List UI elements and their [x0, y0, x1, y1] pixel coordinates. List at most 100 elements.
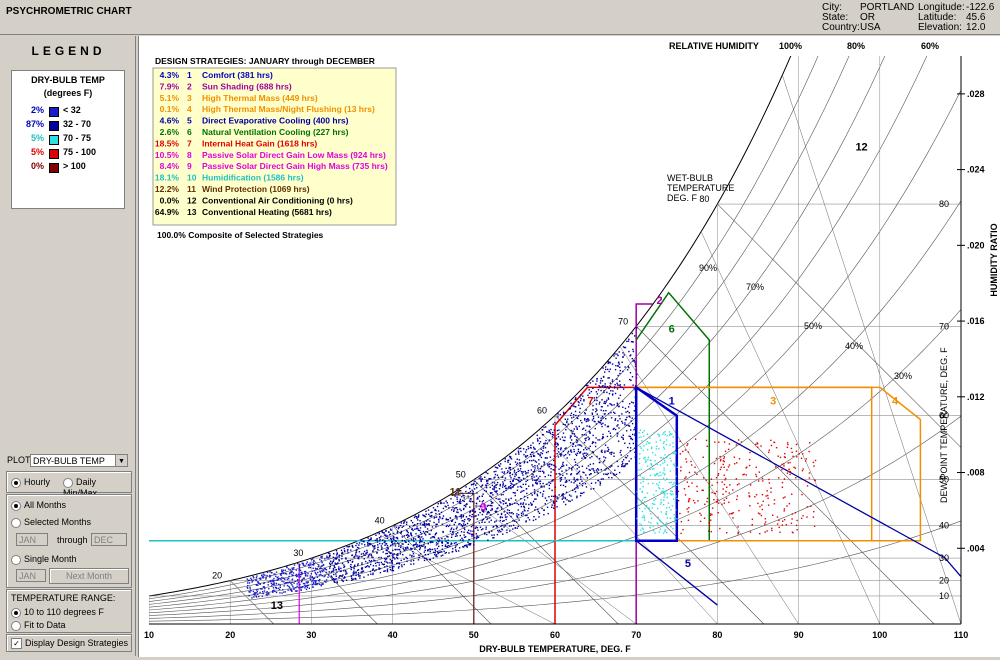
- data-point: [717, 502, 720, 504]
- data-point: [530, 504, 533, 506]
- data-point: [502, 500, 504, 502]
- strategy-number: 7: [187, 138, 192, 148]
- data-point: [279, 584, 281, 586]
- data-point: [425, 510, 427, 513]
- selected-months-radio[interactable]: Selected Months: [11, 517, 91, 528]
- data-point: [455, 507, 458, 509]
- data-point: [463, 521, 465, 523]
- data-point: [277, 576, 279, 578]
- legend-swatch: [49, 149, 59, 159]
- data-point: [361, 562, 363, 564]
- data-point: [473, 516, 475, 518]
- all-months-radio[interactable]: All Months: [11, 500, 66, 511]
- data-point: [481, 495, 483, 497]
- data-point: [606, 368, 609, 371]
- single-month-radio[interactable]: Single Month: [11, 554, 77, 565]
- data-point: [572, 466, 574, 468]
- single-month-select[interactable]: JAN: [16, 569, 46, 582]
- data-point: [493, 486, 495, 488]
- data-point: [649, 442, 651, 444]
- data-point: [400, 546, 402, 549]
- data-point: [445, 551, 448, 554]
- data-point: [366, 562, 369, 564]
- from-month-select[interactable]: JAN: [16, 533, 48, 546]
- display-strategies-checkbox[interactable]: ✓ Display Design Strategies: [11, 638, 128, 650]
- data-point: [325, 579, 328, 581]
- data-point: [634, 365, 637, 368]
- to-month-select[interactable]: DEC: [91, 533, 127, 546]
- data-point: [362, 570, 365, 572]
- data-point: [269, 571, 271, 573]
- next-month-button[interactable]: Next Month: [49, 568, 129, 584]
- data-point: [477, 498, 479, 500]
- data-point: [474, 527, 477, 530]
- data-point: [523, 509, 526, 511]
- data-point: [599, 380, 602, 382]
- data-point: [599, 481, 601, 483]
- data-point: [630, 458, 632, 460]
- data-point: [430, 515, 433, 517]
- data-point: [399, 550, 402, 553]
- range-10-110-radio[interactable]: 10 to 110 degrees F: [11, 607, 104, 618]
- data-point: [639, 453, 641, 455]
- data-point: [306, 584, 308, 587]
- data-point: [570, 474, 572, 476]
- hourly-radio[interactable]: Hourly: [11, 477, 50, 488]
- y-tick-label: .012: [967, 392, 985, 402]
- data-point: [592, 463, 595, 465]
- strategy-percent: 4.6%: [160, 116, 180, 126]
- data-point: [398, 548, 400, 551]
- data-point: [595, 391, 598, 393]
- data-point: [787, 470, 790, 473]
- data-point: [646, 506, 649, 509]
- data-point: [632, 350, 635, 353]
- data-point: [664, 530, 666, 533]
- data-point: [610, 417, 613, 419]
- data-point: [516, 462, 519, 464]
- data-point: [410, 563, 412, 565]
- data-point: [812, 461, 815, 464]
- plot-select[interactable]: DRY-BULB TEMP ▼: [30, 454, 128, 467]
- data-point: [288, 573, 291, 575]
- data-point: [653, 503, 655, 505]
- data-point: [311, 570, 314, 572]
- data-point: [584, 482, 587, 485]
- data-point: [615, 357, 617, 359]
- data-point: [783, 478, 786, 480]
- data-point: [567, 423, 570, 425]
- data-point: [525, 456, 527, 458]
- data-point: [609, 382, 612, 384]
- data-point: [377, 546, 379, 549]
- zone-label-9: 9: [480, 501, 486, 513]
- data-point: [493, 525, 495, 528]
- data-point: [591, 442, 594, 445]
- data-point: [381, 546, 383, 549]
- data-point: [428, 513, 430, 516]
- psychrometric-chart[interactable]: 123 4567911121310 20 30 40 50 60 70 80 90 100 110.0…: [139, 36, 1000, 657]
- data-point: [524, 451, 527, 453]
- data-point: [594, 482, 597, 484]
- data-point: [621, 465, 623, 468]
- data-point: [531, 459, 533, 462]
- fit-to-data-radio[interactable]: Fit to Data: [11, 620, 66, 631]
- data-point: [341, 552, 343, 555]
- data-point: [749, 505, 751, 507]
- data-point: [399, 553, 402, 555]
- data-point: [447, 539, 449, 541]
- data-point: [495, 466, 498, 469]
- data-point: [418, 541, 421, 544]
- data-point: [692, 499, 695, 502]
- data-point: [374, 539, 377, 542]
- data-point: [466, 544, 468, 546]
- data-point: [536, 493, 538, 496]
- data-point: [456, 526, 458, 528]
- data-point: [454, 535, 457, 538]
- data-point: [590, 488, 592, 490]
- data-point: [634, 396, 637, 398]
- data-point: [451, 534, 453, 536]
- data-point: [631, 357, 633, 360]
- data-point: [552, 468, 554, 471]
- data-point: [289, 568, 291, 571]
- data-point: [459, 522, 461, 525]
- data-point: [520, 502, 522, 505]
